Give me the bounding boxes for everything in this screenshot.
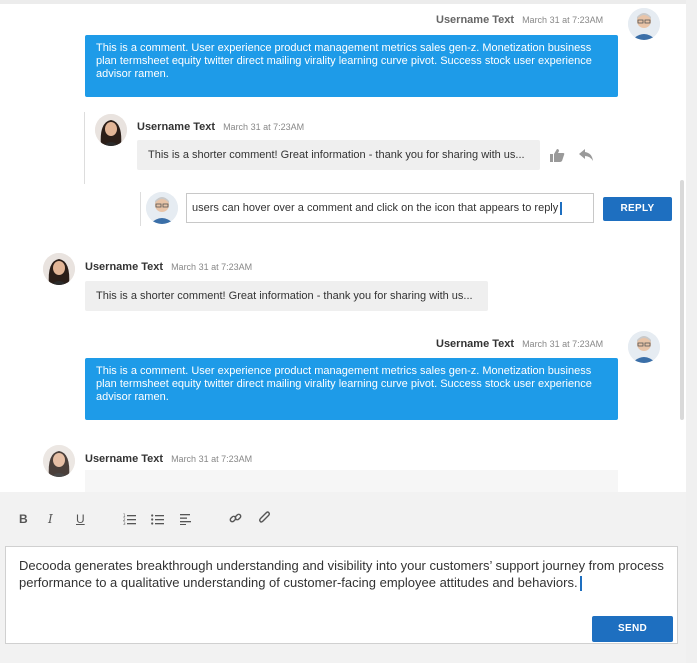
- reply-arrow-icon[interactable]: [578, 148, 594, 167]
- avatar[interactable]: [628, 331, 660, 363]
- comment-1-bubble[interactable]: This is a comment. User experience produ…: [85, 35, 618, 97]
- underline-button[interactable]: U: [76, 512, 85, 526]
- avatar[interactable]: [43, 445, 75, 477]
- reply-input-value: users can hover over a comment and click…: [192, 202, 559, 214]
- reply-box-line: [140, 192, 141, 226]
- message-editor[interactable]: Decooda generates breakthrough understan…: [5, 546, 678, 644]
- comment-2-bubble[interactable]: This is a shorter comment! Great informa…: [137, 140, 540, 170]
- comment-3-meta: Username Text March 31 at 7:23AM: [85, 257, 252, 275]
- comment-5-username: Username Text: [85, 453, 164, 465]
- comment-4-bubble[interactable]: This is a comment. User experience produ…: [85, 358, 618, 420]
- italic-button[interactable]: I: [48, 512, 53, 526]
- bold-button[interactable]: B: [19, 512, 28, 526]
- comment-5-bubble[interactable]: [85, 470, 618, 492]
- comment-3-username: Username Text: [85, 261, 164, 273]
- comment-5-meta: Username Text March 31 at 7:23AM: [85, 449, 252, 467]
- comment-1-username: Username Text: [436, 14, 515, 26]
- comment-2-username: Username Text: [137, 121, 216, 133]
- comment-thread[interactable]: Username Text March 31 at 7:23AM This is …: [0, 0, 686, 492]
- comment-1-time: March 31 at 7:23AM: [522, 15, 604, 25]
- comment-5-time: March 31 at 7:23AM: [171, 454, 253, 464]
- comment-4-username: Username Text: [436, 338, 515, 350]
- reply-button[interactable]: REPLY: [603, 197, 672, 221]
- text-caret: [579, 576, 582, 592]
- ordered-list-icon[interactable]: 123: [123, 513, 136, 528]
- reply-thread-line: [84, 112, 85, 184]
- align-left-icon[interactable]: [180, 513, 192, 528]
- attachment-icon[interactable]: [258, 511, 271, 528]
- comment-1-meta: Username Text March 31 at 7:23AM: [436, 10, 603, 28]
- comment-3-bubble[interactable]: This is a shorter comment! Great informa…: [85, 281, 488, 311]
- formatting-toolbar: B I U 123: [0, 492, 686, 546]
- like-icon[interactable]: [549, 148, 565, 167]
- top-divider: [0, 0, 686, 4]
- avatar[interactable]: [95, 114, 127, 146]
- comment-4-meta: Username Text March 31 at 7:23AM: [436, 334, 603, 352]
- composer: B I U 123 Decooda generates breakthrough…: [0, 492, 686, 663]
- thread-scrollbar[interactable]: [680, 180, 684, 420]
- editor-text: Decooda generates breakthrough understan…: [19, 558, 664, 590]
- comment-2-meta: Username Text March 31 at 7:23AM: [137, 117, 304, 135]
- send-button[interactable]: SEND: [592, 616, 673, 642]
- comment-2-time: March 31 at 7:23AM: [223, 122, 305, 132]
- avatar: [146, 192, 178, 224]
- avatar[interactable]: [628, 8, 660, 40]
- comment-4-time: March 31 at 7:23AM: [522, 339, 604, 349]
- link-icon[interactable]: [229, 512, 242, 528]
- avatar[interactable]: [43, 253, 75, 285]
- window-edge: [686, 0, 697, 663]
- reply-input[interactable]: users can hover over a comment and click…: [186, 193, 594, 223]
- svg-text:3: 3: [123, 521, 126, 525]
- comment-3-time: March 31 at 7:23AM: [171, 262, 253, 272]
- bullet-list-icon[interactable]: [151, 513, 164, 528]
- text-caret: [560, 201, 563, 215]
